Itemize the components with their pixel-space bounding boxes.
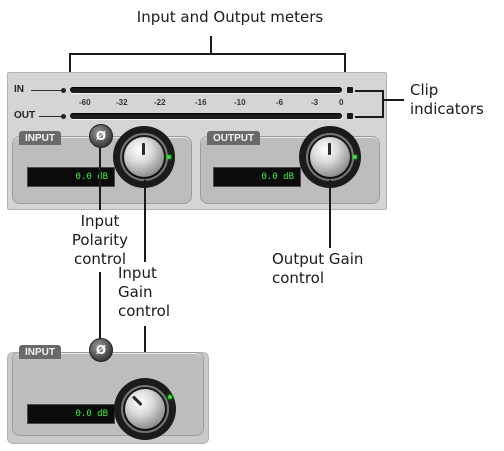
out-meter-dot (61, 114, 66, 119)
detail-input-section-title: INPUT (19, 345, 61, 359)
input-section-title: INPUT (19, 131, 61, 145)
input-gain-callout-line3: control (118, 302, 170, 320)
polarity-callout-line1: Input (80, 212, 120, 230)
detail-polarity-button[interactable]: Ø (89, 338, 113, 362)
clip-callout-line2: indicators (410, 100, 484, 118)
detail-gain-knob[interactable] (125, 389, 165, 429)
input-gain-callout-line1: Input (118, 264, 157, 282)
meters-callout: Input and Output meters (136, 8, 324, 26)
polarity-callout-line2: Polarity (71, 231, 129, 249)
input-gain-knob-pointer (142, 143, 145, 155)
clip-callout-bottom (355, 116, 383, 118)
output-gain-callout-text: Output Gain control (272, 250, 388, 288)
output-clip-indicator[interactable] (347, 113, 353, 119)
meter-scale-label: -22 (154, 98, 166, 107)
clip-callout-text: Clip indicators (410, 81, 484, 119)
input-gain-callout-line-top (144, 180, 146, 262)
input-gain-knob-led-icon (167, 155, 171, 159)
meter-scale-label: -60 (79, 98, 91, 107)
clip-callout-line1: Clip (410, 81, 439, 99)
detail-gain-display[interactable]: 0.0 dB (27, 404, 115, 424)
out-meter-leader (39, 116, 63, 117)
input-gain-callout-line2: Gain (118, 283, 153, 301)
detail-gain-knob-led-icon (168, 395, 172, 399)
in-meter-leader (31, 90, 63, 91)
input-polarity-button[interactable]: Ø (89, 124, 113, 148)
output-gain-callout-line1: Output Gain (272, 250, 364, 268)
meter-scale-label: -6 (276, 98, 284, 107)
clip-callout-stem (382, 99, 404, 101)
out-meter-label: OUT (14, 110, 36, 121)
meter-scale-label: -32 (116, 98, 128, 107)
clip-callout-top (355, 90, 383, 92)
output-gain-knob-pointer (328, 143, 331, 155)
polarity-callout-text: Input Polarity control (55, 212, 145, 269)
meter-scale-label: -10 (234, 98, 246, 107)
in-meter-label: IN (14, 84, 24, 95)
meters-bracket-stem (210, 36, 212, 54)
meter-scale-label: 0 (339, 98, 344, 107)
meters-bracket-bar (69, 53, 346, 55)
in-meter-dot (61, 88, 66, 93)
input-gain-callout-text: Input Gain control (118, 264, 172, 321)
input-gain-display[interactable]: 0.0 dB (27, 167, 115, 187)
meter-scale-label: -16 (195, 98, 207, 107)
input-meter (70, 87, 342, 93)
polarity-callout-line-top (99, 148, 101, 210)
output-meter (70, 113, 342, 119)
clip-callout-vertical (382, 90, 384, 118)
output-gain-callout-line2: control (272, 269, 324, 287)
output-gain-display[interactable]: 0.0 dB (213, 167, 301, 187)
input-clip-indicator[interactable] (347, 87, 353, 93)
meter-scale-label: -3 (311, 98, 319, 107)
output-gain-knob-led-icon (353, 155, 357, 159)
output-section-title: OUTPUT (207, 131, 261, 145)
output-gain-callout-line (329, 180, 331, 248)
